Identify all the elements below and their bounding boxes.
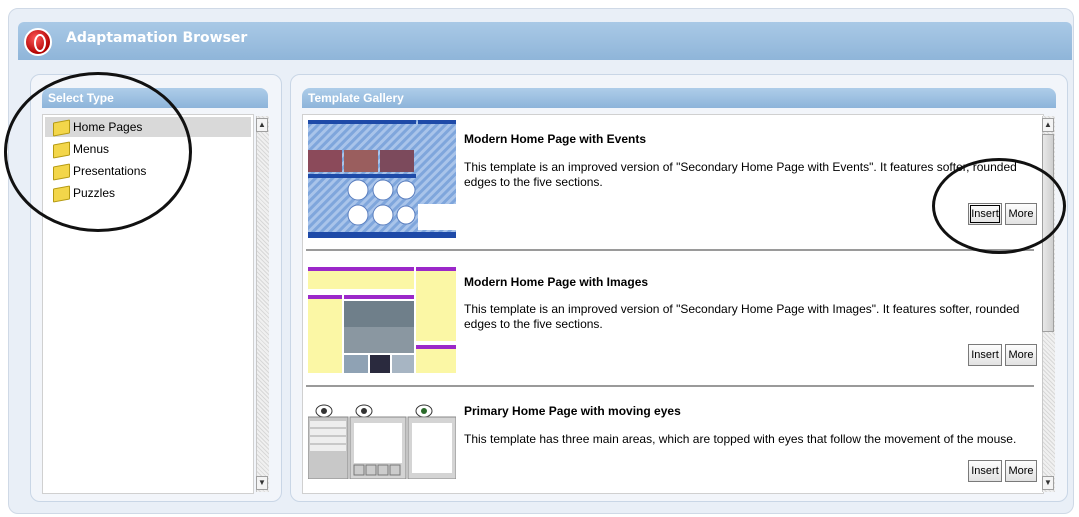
- template-title: Modern Home Page with Events: [464, 132, 647, 146]
- annotation-circle-buttons: [932, 158, 1066, 254]
- more-button[interactable]: More: [1005, 344, 1037, 366]
- annotation-circle-type-list: [4, 72, 192, 232]
- template-title: Primary Home Page with moving eyes: [464, 404, 681, 418]
- template-thumbnail-moving-eyes[interactable]: [308, 403, 456, 479]
- insert-button[interactable]: Insert: [968, 344, 1002, 366]
- more-button[interactable]: More: [1005, 460, 1037, 482]
- app-title: Adaptamation Browser: [66, 30, 248, 46]
- template-description: This template has three main areas, whic…: [464, 432, 1017, 446]
- app-logo-icon: [24, 28, 52, 56]
- insert-button[interactable]: Insert: [968, 460, 1002, 482]
- scroll-up-button[interactable]: ▲: [256, 118, 268, 132]
- template-title: Modern Home Page with Images: [464, 275, 649, 289]
- scroll-up-button[interactable]: ▲: [1042, 118, 1054, 132]
- type-list-scrollbar[interactable]: [256, 116, 269, 492]
- template-gallery-header: Template Gallery: [302, 88, 1056, 108]
- scroll-down-button[interactable]: ▼: [256, 476, 268, 490]
- template-separator: [306, 249, 1034, 251]
- template-thumbnail-events[interactable]: [308, 120, 456, 238]
- template-description: This template is an improved version of …: [464, 302, 1020, 331]
- template-separator: [306, 385, 1034, 387]
- scroll-down-button[interactable]: ▼: [1042, 476, 1054, 490]
- template-thumbnail-images[interactable]: [308, 267, 456, 373]
